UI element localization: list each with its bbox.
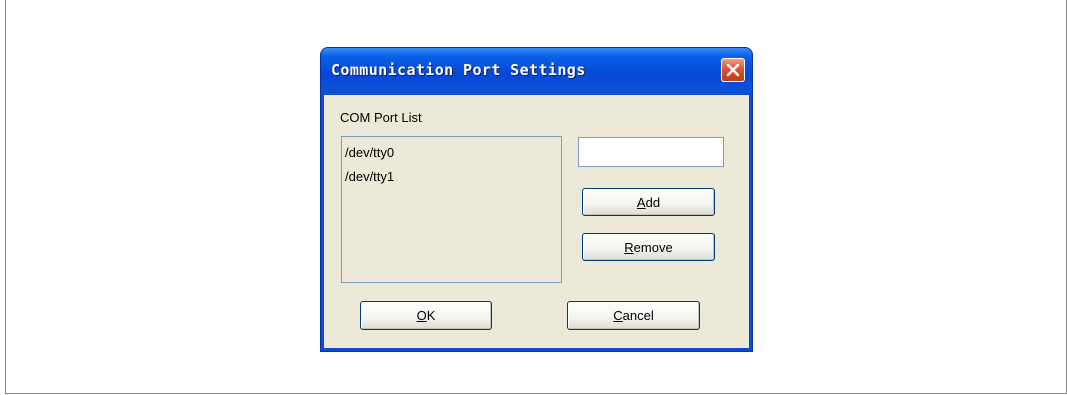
new-port-input[interactable]	[578, 137, 724, 167]
dialog-client-area: COM Port List /dev/tty0 /dev/tty1 Add Re…	[324, 95, 749, 348]
list-item[interactable]: /dev/tty1	[345, 165, 558, 189]
cancel-button-mnemonic: C	[613, 308, 623, 323]
add-button-label: dd	[645, 194, 661, 210]
close-button[interactable]	[721, 58, 745, 82]
list-item[interactable]: /dev/tty0	[345, 141, 558, 165]
dialog-title: Communication Port Settings	[331, 61, 586, 79]
remove-button-label: emove	[633, 239, 673, 255]
ok-button[interactable]: OK	[360, 301, 492, 330]
remove-button[interactable]: Remove	[582, 233, 715, 261]
ok-button-mnemonic: O	[416, 308, 427, 323]
remove-button-mnemonic: R	[624, 239, 634, 255]
ok-button-label: K	[426, 308, 436, 323]
cancel-button[interactable]: Cancel	[567, 301, 700, 330]
close-icon	[726, 63, 740, 77]
com-port-list-label: COM Port List	[340, 110, 422, 125]
cancel-button-label: ancel	[622, 308, 654, 323]
add-button-mnemonic: A	[636, 194, 646, 210]
title-bar[interactable]: Communication Port Settings	[321, 48, 752, 95]
com-port-list[interactable]: /dev/tty0 /dev/tty1	[341, 136, 562, 283]
add-button[interactable]: Add	[582, 188, 715, 216]
communication-port-settings-dialog: Communication Port Settings COM Port Lis…	[321, 48, 752, 351]
